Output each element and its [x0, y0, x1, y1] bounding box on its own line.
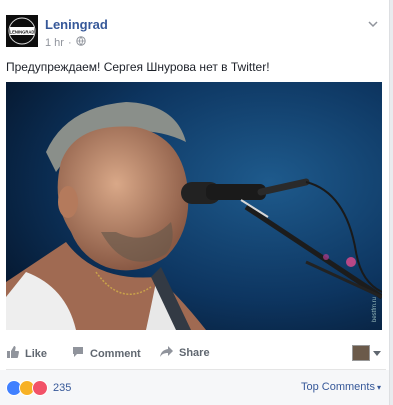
page-name-link[interactable]: Leningrad	[45, 17, 108, 32]
sort-label: Top Comments	[301, 381, 375, 393]
post-photo[interactable]: bestfm.ru	[6, 82, 382, 330]
share-label: Share	[179, 347, 210, 359]
globe-icon	[75, 36, 86, 49]
action-bar: Like Comment Share	[0, 340, 389, 368]
reaction-summary[interactable]: 235	[6, 380, 71, 396]
post-card: LENINGRAD Leningrad 1 hr · Предупреждаем…	[0, 0, 390, 405]
reactions-footer: 235 Top Comments ▾	[0, 370, 389, 405]
post-timestamp[interactable]: 1 hr	[45, 37, 64, 49]
page-avatar[interactable]: LENINGRAD	[6, 15, 38, 47]
post-options-chevron-icon[interactable]	[367, 16, 379, 34]
dot-separator: ·	[67, 36, 72, 49]
post-as-selector[interactable]	[352, 344, 381, 362]
comment-icon	[72, 346, 84, 361]
user-thumbnail-avatar	[352, 345, 370, 361]
comment-button[interactable]: Comment	[72, 346, 141, 361]
post-meta: 1 hr ·	[45, 36, 86, 49]
reaction-count[interactable]: 235	[53, 382, 71, 394]
photo-watermark: bestfm.ru	[372, 297, 378, 322]
like-button[interactable]: Like	[6, 346, 47, 361]
love-reaction-icon	[32, 380, 48, 396]
post-text: Предупреждаем! Сергея Шнурова нет в Twit…	[6, 60, 270, 74]
share-button[interactable]: Share	[160, 346, 210, 360]
share-arrow-icon	[160, 346, 173, 360]
comment-label: Comment	[90, 347, 141, 360]
like-label: Like	[25, 347, 48, 360]
comment-sort-dropdown[interactable]: Top Comments ▾	[301, 381, 381, 393]
caret-down-icon	[373, 344, 381, 362]
caret-down-icon: ▾	[376, 383, 381, 392]
thumbs-up-icon	[6, 346, 19, 361]
avatar-logo-text: LENINGRAD	[10, 30, 35, 35]
